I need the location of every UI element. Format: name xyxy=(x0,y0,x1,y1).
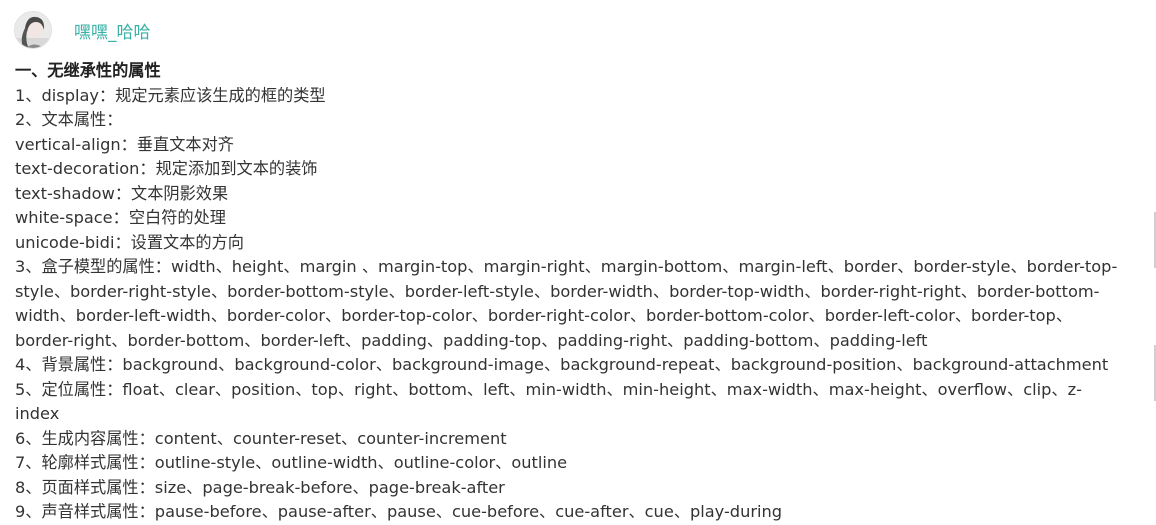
list-item: 9、声音样式属性：pause-before、pause-after、pause、… xyxy=(15,502,783,521)
article-body: 一、无继承性的属性 1、display：规定元素应该生成的框的类型 2、文本属性… xyxy=(15,59,1123,525)
article-header: 嘿嘿_哈哈 xyxy=(14,10,151,50)
list-item: 6、生成内容属性：content、counter-reset、counter-i… xyxy=(15,428,507,448)
list-item: text-decoration：规定添加到文本的装饰 xyxy=(15,159,318,178)
list-item: 7、轮廓样式属性：outline-style、outline-width、out… xyxy=(15,453,568,472)
list-item: 4、背景属性：background、background-color、backg… xyxy=(15,355,1109,374)
list-item: vertical-align：垂直文本对齐 xyxy=(15,134,234,154)
author-avatar[interactable] xyxy=(14,11,52,49)
list-item: 3、盒子模型的属性：width、height、margin 、margin-to… xyxy=(15,257,1118,350)
list-item: unicode-bidi：设置文本的方向 xyxy=(15,232,244,252)
section-heading: 一、无继承性的属性 xyxy=(15,61,161,80)
list-item: 2、文本属性： xyxy=(15,110,123,129)
list-item: text-shadow：文本阴影效果 xyxy=(15,183,229,203)
list-item: white-space：空白符的处理 xyxy=(15,208,226,227)
avatar-image-icon xyxy=(15,12,51,48)
list-item: 5、定位属性：float、clear、position、top、right、bo… xyxy=(15,379,1082,424)
author-name-link[interactable]: 嘿嘿_哈哈 xyxy=(74,18,151,43)
list-item: 1、display：规定元素应该生成的框的类型 xyxy=(15,85,326,105)
list-item: 8、页面样式属性：size、page-break-before、page-bre… xyxy=(15,477,505,497)
